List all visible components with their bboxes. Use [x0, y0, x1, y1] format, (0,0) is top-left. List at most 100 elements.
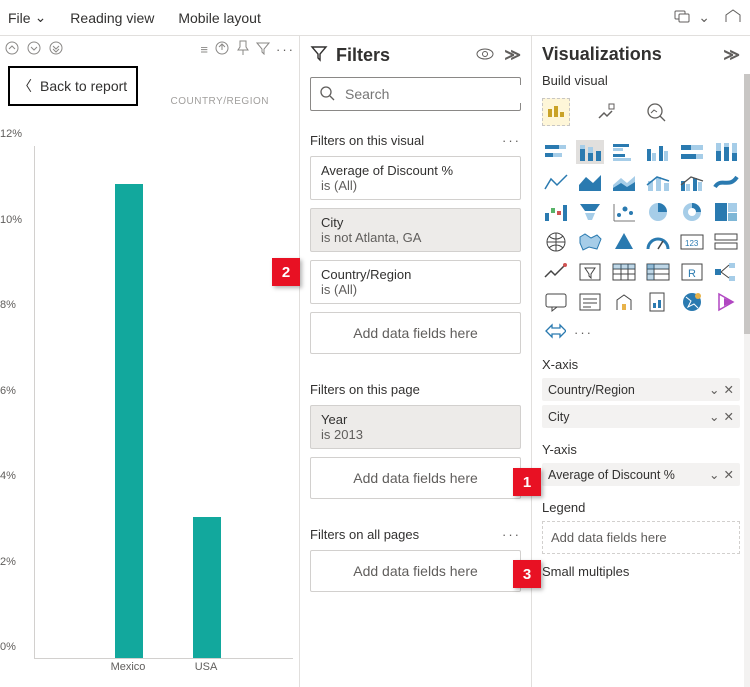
viz-type-gallery: 123 R [532, 136, 750, 318]
r-visual-icon[interactable]: R [678, 260, 706, 284]
decomposition-tree-icon[interactable] [712, 260, 740, 284]
search-icon [319, 85, 335, 104]
paginated-report-icon[interactable] [644, 290, 672, 314]
chevron-down-icon[interactable]: ⌄ [709, 382, 719, 397]
qna-visual-icon[interactable] [542, 290, 570, 314]
smart-narrative-icon[interactable] [576, 290, 604, 314]
close-icon[interactable]: ✕ [724, 382, 734, 397]
annotation-callout-1: 1 [513, 468, 541, 496]
field-name: City [548, 410, 570, 424]
search-input[interactable] [343, 85, 528, 103]
hundred-stacked-column-icon[interactable] [712, 140, 740, 164]
chevron-down-icon[interactable]: ⌄ [709, 467, 719, 482]
line-clustered-column-icon[interactable] [678, 170, 706, 194]
area-chart-icon[interactable] [576, 170, 604, 194]
xaxis-field-pill[interactable]: Country/Region⌄✕ [542, 378, 740, 401]
matrix-icon[interactable] [644, 260, 672, 284]
flow-icon[interactable] [544, 322, 566, 343]
line-chart-icon[interactable] [542, 170, 570, 194]
reading-view-button[interactable]: Reading view [70, 10, 154, 26]
chevron-left-icon: 〈 [18, 76, 32, 96]
pie-chart-icon[interactable] [644, 200, 672, 224]
kpi-icon[interactable] [542, 260, 570, 284]
drill-down-icon[interactable] [26, 40, 42, 59]
pin-icon[interactable] [236, 40, 250, 59]
add-page-filter-drop[interactable]: Add data fields here [310, 457, 521, 499]
format-visual-tab[interactable] [592, 98, 620, 126]
stacked-area-chart-icon[interactable] [610, 170, 638, 194]
azure-map-icon[interactable] [610, 230, 638, 254]
filter-name: City [321, 215, 510, 230]
visual-filter-card[interactable]: Country/Regionis (All) [310, 260, 521, 304]
gauge-chart-icon[interactable] [644, 230, 672, 254]
section-visual-title: Filters on this visual [310, 133, 424, 148]
treemap-chart-icon[interactable] [712, 200, 740, 224]
add-all-filter-drop[interactable]: Add data fields here [310, 550, 521, 592]
clustered-column-chart-icon[interactable] [644, 140, 672, 164]
refresh-group-icon[interactable] [674, 8, 692, 27]
arcgis-map-icon[interactable] [678, 290, 706, 314]
share-icon[interactable] [724, 8, 742, 27]
close-icon[interactable]: ✕ [724, 467, 734, 482]
annotation-callout-2: 2 [272, 258, 300, 286]
section-page-title: Filters on this page [310, 382, 420, 397]
legend-label: Legend [542, 500, 740, 515]
hundred-stacked-bar-icon[interactable] [678, 140, 706, 164]
filter-search[interactable] [310, 77, 521, 111]
filter-name: Year [321, 412, 510, 427]
mobile-layout-button[interactable]: Mobile layout [178, 10, 261, 26]
scatter-chart-icon[interactable] [610, 200, 638, 224]
close-icon[interactable]: ✕ [724, 409, 734, 424]
more-viz-icon[interactable]: ··· [574, 325, 593, 340]
filled-map-icon[interactable] [576, 230, 604, 254]
chevron-down-icon[interactable]: ⌄ [698, 9, 710, 26]
scrollbar-thumb[interactable] [744, 74, 750, 334]
table-icon[interactable] [610, 260, 638, 284]
yaxis-field-pill[interactable]: Average of Discount %⌄✕ [542, 463, 740, 486]
eye-icon[interactable] [476, 45, 494, 66]
visual-filter-card[interactable]: Cityis not Atlanta, GA [310, 208, 521, 252]
back-to-report-button[interactable]: 〈 Back to report [8, 66, 138, 106]
filter-icon[interactable] [256, 41, 270, 58]
page-filter-card[interactable]: Yearis 2013 [310, 405, 521, 449]
expand-all-icon[interactable] [48, 40, 64, 59]
more-icon[interactable]: ··· [502, 133, 521, 148]
chevron-down-icon[interactable]: ⌄ [709, 409, 719, 424]
slicer-icon[interactable] [576, 260, 604, 284]
ribbon-chart-icon[interactable] [712, 170, 740, 194]
add-visual-filter-drop[interactable]: Add data fields here [310, 312, 521, 354]
file-menu[interactable]: File ⌄ [8, 9, 46, 26]
visual-filter-card[interactable]: Average of Discount %is (All) [310, 156, 521, 200]
multi-row-card-icon[interactable] [712, 230, 740, 254]
legend-drop[interactable]: Add data fields here [542, 521, 740, 554]
more-icon[interactable]: ··· [276, 42, 295, 57]
drill-up-icon[interactable] [4, 40, 20, 59]
bar[interactable] [193, 517, 221, 658]
line-stacked-column-icon[interactable] [644, 170, 672, 194]
more-icon[interactable]: ··· [502, 527, 521, 542]
card-icon[interactable]: 123 [678, 230, 706, 254]
grip-icon[interactable]: ≡ [200, 42, 208, 57]
funnel-chart-icon[interactable] [576, 200, 604, 224]
collapse-pane-icon[interactable]: ≫ [504, 45, 521, 66]
small-multiples-label: Small multiples [542, 564, 740, 579]
build-visual-tab[interactable] [542, 98, 570, 126]
export-icon[interactable] [214, 40, 230, 59]
chevron-down-icon: ⌄ [35, 9, 47, 26]
bar-chart[interactable]: 0%2%4%6%8%10%12% [0, 146, 293, 659]
power-automate-icon[interactable] [712, 290, 740, 314]
waterfall-chart-icon[interactable] [542, 200, 570, 224]
analytics-tab[interactable] [642, 98, 670, 126]
collapse-pane-icon[interactable]: ≫ [723, 45, 740, 65]
goals-visual-icon[interactable] [610, 290, 638, 314]
stacked-bar-chart-icon[interactable] [542, 140, 570, 164]
donut-chart-icon[interactable] [678, 200, 706, 224]
stacked-column-chart-icon[interactable] [576, 140, 604, 164]
svg-text:R: R [688, 268, 696, 280]
bar[interactable] [115, 184, 143, 658]
map-icon[interactable] [542, 230, 570, 254]
visual-header-toolbar: ≡ ··· [0, 36, 299, 62]
filters-pane: Filters ≫ Filters on this visual ··· Ave… [300, 36, 532, 687]
xaxis-field-pill[interactable]: City ⌄ ✕ [542, 405, 740, 428]
clustered-bar-chart-icon[interactable] [610, 140, 638, 164]
